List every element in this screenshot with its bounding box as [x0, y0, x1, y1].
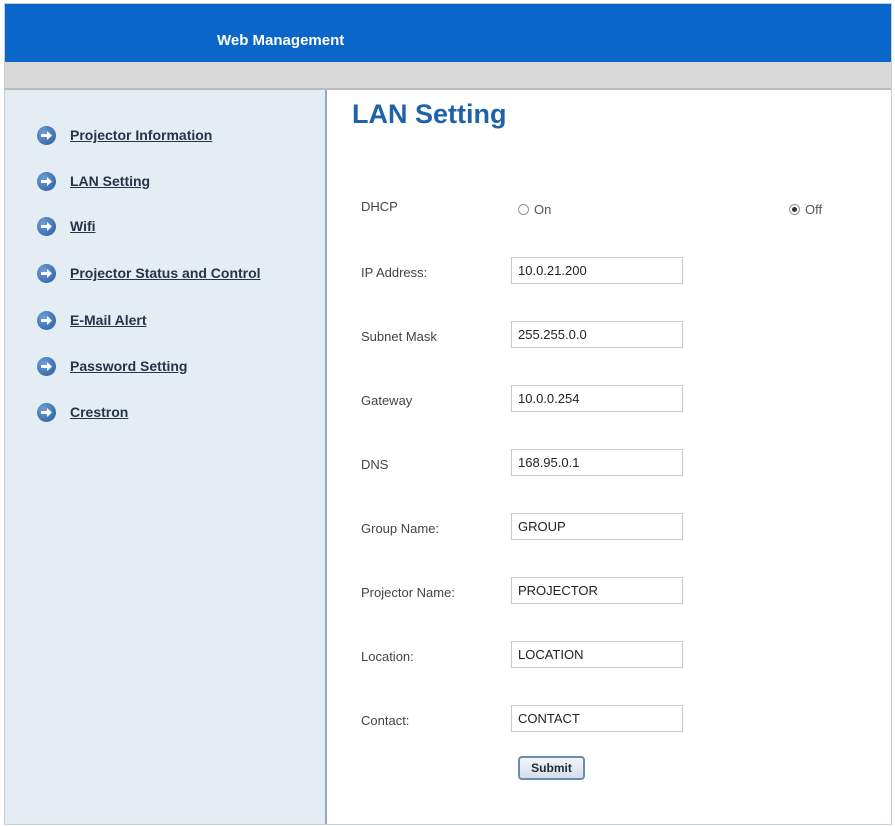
- arrow-right-icon: [37, 310, 56, 330]
- sidebar-item-projector-status[interactable]: Projector Status and Control: [37, 259, 261, 287]
- sidebar-item-password-setting[interactable]: Password Setting: [37, 352, 187, 380]
- sidebar-item-label: LAN Setting: [70, 173, 151, 189]
- submit-button[interactable]: Submit: [518, 756, 585, 780]
- group-name-row: Group Name:: [329, 513, 891, 545]
- page-title: LAN Setting: [352, 99, 507, 129]
- arrow-right-icon: [37, 171, 56, 191]
- arrow-right-icon: [37, 402, 56, 422]
- contact-label: Contact:: [361, 713, 410, 728]
- sidebar-item-label: Password Setting: [70, 358, 188, 374]
- sidebar-item-label: Wifi: [70, 218, 96, 234]
- dhcp-off-label: Off: [805, 202, 823, 217]
- dns-row: DNS: [329, 449, 891, 481]
- projector-name-input[interactable]: [511, 577, 683, 604]
- subnet-mask-input[interactable]: [511, 321, 683, 348]
- location-row: Location:: [329, 641, 891, 673]
- dhcp-label: DHCP: [361, 199, 398, 214]
- dhcp-row: DHCP On Off: [329, 193, 891, 225]
- gateway-row: Gateway: [329, 385, 891, 417]
- ip-address-row: IP Address:: [329, 257, 891, 289]
- arrow-right-icon: [37, 125, 56, 145]
- sidebar-item-crestron[interactable]: Crestron: [37, 398, 128, 426]
- ip-address-input[interactable]: [511, 257, 683, 284]
- projector-name-row: Projector Name:: [329, 577, 891, 609]
- gateway-input[interactable]: [511, 385, 683, 412]
- gateway-label: Gateway: [361, 393, 413, 408]
- dns-label: DNS: [361, 457, 389, 472]
- sidebar: Projector Information LAN Setting Wifi P…: [5, 90, 327, 824]
- header-separator: [5, 62, 891, 90]
- sidebar-item-label: Projector Status and Control: [70, 265, 261, 281]
- main-content: LAN Setting DHCP On Off IP Address: Subn…: [329, 90, 891, 824]
- dhcp-on-radio[interactable]: On: [518, 202, 551, 217]
- sidebar-item-label: Projector Information: [70, 127, 213, 143]
- location-input[interactable]: [511, 641, 683, 668]
- radio-unchecked-icon: [518, 204, 529, 215]
- dhcp-on-label: On: [534, 202, 552, 217]
- radio-checked-icon: [789, 204, 800, 215]
- browser-frame: Web Management Projector Information LAN…: [4, 3, 892, 825]
- arrow-right-icon: [37, 216, 56, 236]
- group-name-label: Group Name:: [361, 521, 440, 536]
- dhcp-off-radio[interactable]: Off: [789, 202, 822, 217]
- subnet-mask-row: Subnet Mask: [329, 321, 891, 353]
- sidebar-item-wifi[interactable]: Wifi: [37, 212, 96, 240]
- sidebar-item-projector-information[interactable]: Projector Information: [37, 121, 212, 149]
- projector-name-label: Projector Name:: [361, 585, 455, 600]
- ip-address-label: IP Address:: [361, 265, 428, 280]
- header-bar: Web Management: [5, 4, 891, 62]
- arrow-right-icon: [37, 263, 56, 283]
- sidebar-item-label: E-Mail Alert: [70, 312, 147, 328]
- arrow-right-icon: [37, 356, 56, 376]
- contact-input[interactable]: [511, 705, 683, 732]
- subnet-mask-label: Subnet Mask: [361, 329, 437, 344]
- app-title: Web Management: [217, 32, 345, 49]
- contact-row: Contact:: [329, 705, 891, 737]
- location-label: Location:: [361, 649, 414, 664]
- sidebar-item-label: Crestron: [70, 404, 129, 420]
- dns-input[interactable]: [511, 449, 683, 476]
- group-name-input[interactable]: [511, 513, 683, 540]
- sidebar-item-email-alert[interactable]: E-Mail Alert: [37, 306, 147, 334]
- sidebar-item-lan-setting[interactable]: LAN Setting: [37, 167, 150, 195]
